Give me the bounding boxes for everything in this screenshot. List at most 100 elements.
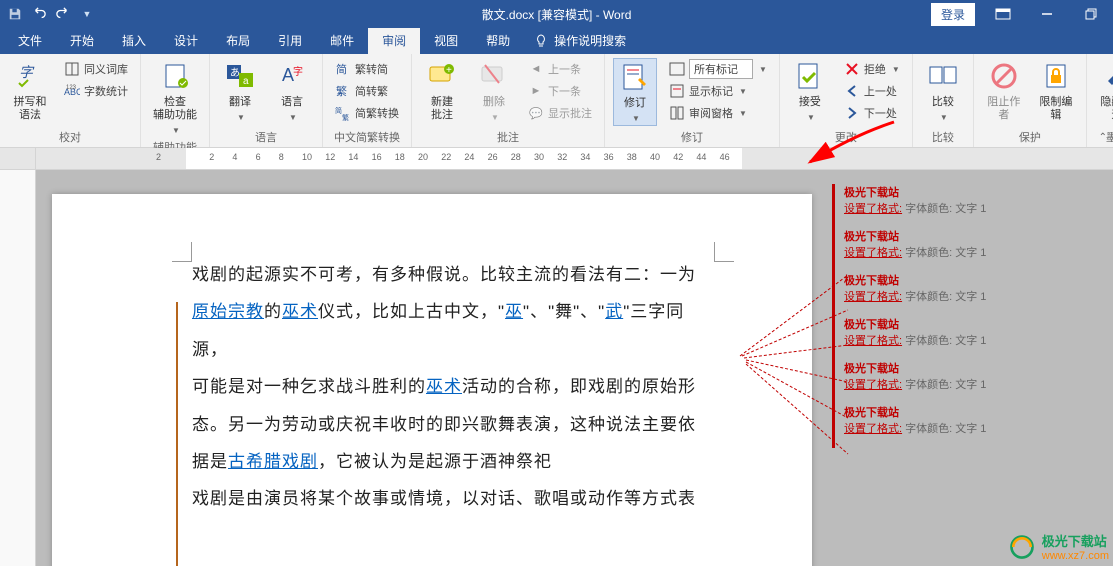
save-icon[interactable] <box>4 3 26 25</box>
next-change-icon <box>844 105 860 121</box>
block-authors-button[interactable]: 阻止作者 <box>982 58 1026 124</box>
group-tracking: 修订▼ 所有标记▼ 显示标记▼ 审阅窗格▼ 修订 <box>605 54 780 147</box>
login-button[interactable]: 登录 <box>931 3 975 26</box>
count-icon: ABC123 <box>64 83 80 99</box>
translate-button[interactable]: あa 翻译▼ <box>218 58 262 124</box>
svg-text:あ: あ <box>230 67 240 79</box>
new-comment-button[interactable]: + 新建 批注 <box>420 58 464 124</box>
lock-icon <box>1040 60 1072 92</box>
tab-help[interactable]: 帮助 <box>472 27 524 54</box>
reject-button[interactable]: 拒绝▼ <box>840 58 904 80</box>
tab-file[interactable]: 文件 <box>4 27 56 54</box>
compare-button[interactable]: 比较▼ <box>921 58 965 124</box>
track-change-item[interactable]: 极光下载站设置了格式: 字体颜色: 文字 1 <box>832 228 1113 260</box>
tab-references[interactable]: 引用 <box>264 27 316 54</box>
undo-icon[interactable] <box>28 3 50 25</box>
show-comments-button[interactable]: 💬显示批注 <box>524 102 596 124</box>
trad-icon: 繁 <box>335 83 351 99</box>
comment-icon: + <box>426 60 458 92</box>
link-religion[interactable]: 原始宗教 <box>192 302 264 321</box>
show-icon: 💬 <box>528 105 544 121</box>
page[interactable]: 戏剧的起源实不可考，有多种假说。比较主流的看法有二：一为 原始宗教的巫术仪式，比… <box>52 194 812 566</box>
accept-button[interactable]: 接受▼ <box>788 58 832 124</box>
next-comment-button[interactable]: ►下一条 <box>524 80 596 102</box>
tab-layout[interactable]: 布局 <box>212 27 264 54</box>
tab-view[interactable]: 视图 <box>420 27 472 54</box>
thesaurus-button[interactable]: 同义词库 <box>60 58 132 80</box>
simp-icon: 简 <box>335 61 351 77</box>
link-witchcraft[interactable]: 巫术 <box>282 302 318 321</box>
vertical-ruler[interactable] <box>0 170 36 566</box>
tab-design[interactable]: 设计 <box>160 27 212 54</box>
track-changes-button[interactable]: 修订▼ <box>613 58 657 126</box>
trad-to-simp-button[interactable]: 简繁转简 <box>331 58 403 80</box>
link-greek-drama[interactable]: 古希腊戏剧 <box>228 452 318 471</box>
qat-customize-icon[interactable]: ▼ <box>76 3 98 25</box>
document-area: 戏剧的起源实不可考，有多种假说。比较主流的看法有二：一为 原始宗教的巫术仪式，比… <box>0 170 1113 566</box>
svg-text:字: 字 <box>293 65 303 78</box>
language-icon: A字 <box>276 60 308 92</box>
simp-to-trad-button[interactable]: 繁简转繁 <box>331 80 403 102</box>
tab-insert[interactable]: 插入 <box>108 27 160 54</box>
track-change-item[interactable]: 极光下载站设置了格式: 字体颜色: 文字 1 <box>832 316 1113 348</box>
tab-review[interactable]: 审阅 <box>368 27 420 54</box>
next-change-button[interactable]: 下一处 <box>840 102 904 124</box>
convert-button[interactable]: 简繁简繁转换 <box>331 102 403 124</box>
minimize-icon[interactable] <box>1025 0 1069 28</box>
restrict-editing-button[interactable]: 限制编辑 <box>1034 58 1078 124</box>
prev-change-icon <box>844 83 860 99</box>
link-witchcraft-2[interactable]: 巫术 <box>426 377 462 396</box>
display-for-review-dropdown[interactable]: 所有标记▼ <box>665 58 771 80</box>
compare-icon <box>927 60 959 92</box>
chevron-down-icon: ▼ <box>172 126 180 135</box>
tab-mailings[interactable]: 邮件 <box>316 27 368 54</box>
delete-comment-button[interactable]: 删除▼ <box>472 58 516 124</box>
accept-icon <box>794 60 826 92</box>
delete-comment-icon <box>478 60 510 92</box>
prev-icon: ◄ <box>528 61 544 77</box>
window-controls: 登录 <box>931 0 1113 28</box>
collapse-ribbon-icon[interactable]: ⌃ <box>1099 132 1107 143</box>
title-bar: ▼ 散文.docx [兼容模式] - Word 登录 <box>0 0 1113 28</box>
hide-ink-button[interactable]: 隐藏墨 迹 <box>1095 58 1113 124</box>
language-button[interactable]: A字 语言▼ <box>270 58 314 124</box>
group-changes: 接受▼ 拒绝▼ 上一处 下一处 更改 <box>780 54 913 147</box>
horizontal-ruler[interactable]: 2246810121416182022242628303234363840424… <box>0 148 1113 170</box>
group-proofing: 字 拼写和语法 同义词库 ABC123字数统计 校对 <box>0 54 141 147</box>
accessibility-check-button[interactable]: 检查 辅助功能 ▼ <box>149 58 201 137</box>
svg-text:123: 123 <box>66 85 77 91</box>
svg-text:a: a <box>243 76 249 87</box>
ribbon-tabs: 文件 开始 插入 设计 布局 引用 邮件 审阅 视图 帮助 操作说明搜索 <box>0 28 1113 54</box>
ribbon-display-icon[interactable] <box>981 0 1025 28</box>
tab-home[interactable]: 开始 <box>56 27 108 54</box>
spelling-button[interactable]: 字 拼写和语法 <box>8 58 52 124</box>
convert-icon: 简繁 <box>335 105 351 121</box>
track-change-item[interactable]: 极光下载站设置了格式: 字体颜色: 文字 1 <box>832 184 1113 216</box>
redo-icon[interactable] <box>52 3 74 25</box>
tell-me-search[interactable]: 操作说明搜索 <box>524 27 636 54</box>
tell-me-label: 操作说明搜索 <box>554 32 626 49</box>
track-change-item[interactable]: 极光下载站设置了格式: 字体颜色: 文字 1 <box>832 404 1113 436</box>
reviewing-pane-button[interactable]: 审阅窗格▼ <box>665 102 771 124</box>
next-icon: ► <box>528 83 544 99</box>
group-chinese-conversion: 简繁转简 繁简转繁 简繁简繁转换 中文简繁转换 <box>323 54 412 147</box>
group-comments: + 新建 批注 删除▼ ◄上一条 ►下一条 💬显示批注 批注 <box>412 54 605 147</box>
restore-icon[interactable] <box>1069 0 1113 28</box>
markup-icon <box>669 61 685 77</box>
body-text[interactable]: 戏剧的起源实不可考，有多种假说。比较主流的看法有二：一为 原始宗教的巫术仪式，比… <box>192 256 712 518</box>
ribbon: 字 拼写和语法 同义词库 ABC123字数统计 校对 检查 辅助功能 ▼ 辅助功… <box>0 54 1113 148</box>
prev-comment-button[interactable]: ◄上一条 <box>524 58 596 80</box>
prev-change-button[interactable]: 上一处 <box>840 80 904 102</box>
svg-text:简: 简 <box>336 62 347 76</box>
track-change-item[interactable]: 极光下载站设置了格式: 字体颜色: 文字 1 <box>832 272 1113 304</box>
svg-text:+: + <box>446 65 452 76</box>
lightbulb-icon <box>534 34 548 48</box>
show-markup-icon <box>669 83 685 99</box>
word-count-button[interactable]: ABC123字数统计 <box>60 80 132 102</box>
quick-access-toolbar: ▼ <box>0 3 98 25</box>
track-change-item[interactable]: 极光下载站设置了格式: 字体颜色: 文字 1 <box>832 360 1113 392</box>
show-markup-button[interactable]: 显示标记▼ <box>665 80 771 102</box>
block-icon <box>988 60 1020 92</box>
track-icon <box>619 61 651 93</box>
svg-text:繁: 繁 <box>342 113 349 121</box>
